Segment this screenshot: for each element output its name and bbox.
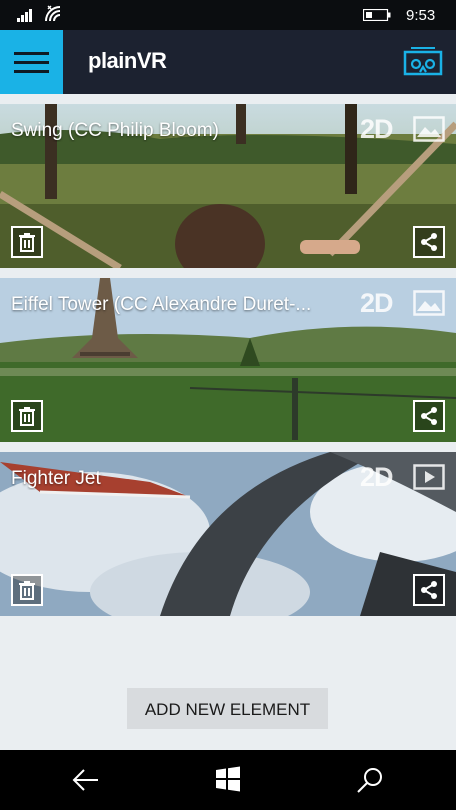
trash-icon	[19, 407, 35, 426]
wifi-icon	[45, 5, 61, 22]
back-arrow-icon[interactable]	[72, 766, 100, 794]
share-icon	[421, 407, 437, 425]
share-button[interactable]	[413, 226, 445, 258]
item-title: Swing (CC Philip Bloom)	[11, 120, 220, 141]
item-title: Eiffel Tower (CC Alexandre Duret-...	[11, 294, 312, 315]
delete-button[interactable]	[11, 574, 43, 606]
list-item[interactable]: Swing (CC Philip Bloom) 2D	[0, 104, 456, 268]
battery-icon	[363, 9, 391, 21]
signal-icon	[17, 9, 32, 22]
mode-badge[interactable]: 2D	[360, 462, 394, 493]
system-nav-bar	[0, 750, 456, 810]
app-header: plainVR	[0, 30, 456, 94]
mode-badge[interactable]: 2D	[360, 114, 394, 145]
list-item[interactable]: Eiffel Tower (CC Alexandre Duret-... 2D	[0, 278, 456, 442]
video-icon[interactable]	[413, 464, 445, 490]
list-item[interactable]: Fighter Jet 2D	[0, 452, 456, 616]
delete-button[interactable]	[11, 226, 43, 258]
mode-badge[interactable]: 2D	[360, 288, 394, 319]
image-icon[interactable]	[413, 116, 445, 142]
windows-start-icon[interactable]	[215, 766, 241, 792]
vr-headset-icon[interactable]	[403, 46, 443, 78]
image-icon[interactable]	[413, 290, 445, 316]
add-new-element-button[interactable]: ADD NEW ELEMENT	[127, 688, 328, 729]
share-button[interactable]	[413, 400, 445, 432]
share-icon	[421, 581, 437, 599]
item-title: Fighter Jet	[11, 468, 101, 489]
share-button[interactable]	[413, 574, 445, 606]
status-bar: 9:53	[0, 0, 456, 30]
hamburger-menu-icon	[14, 52, 49, 55]
share-icon	[421, 233, 437, 251]
trash-icon	[19, 581, 35, 600]
status-clock: 9:53	[406, 7, 436, 24]
search-icon[interactable]	[356, 766, 384, 794]
trash-icon	[19, 233, 35, 252]
app-title: plainVR	[88, 48, 167, 73]
delete-button[interactable]	[11, 400, 43, 432]
menu-button[interactable]	[0, 30, 63, 94]
